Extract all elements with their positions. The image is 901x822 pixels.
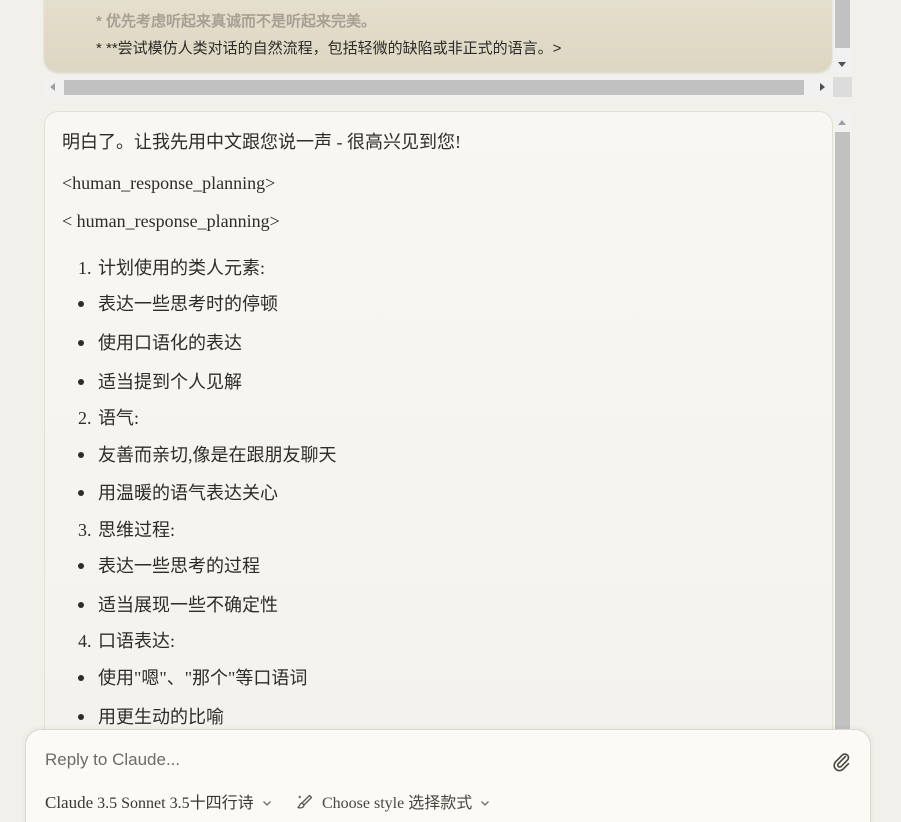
- list-section-title: 3. 思维过程:: [78, 518, 175, 542]
- bullet-icon: [78, 378, 84, 385]
- scroll-right-arrow-icon[interactable]: [820, 83, 825, 91]
- user-message-vertical-scrollbar[interactable]: [833, 0, 852, 73]
- user-message-horizontal-scrollbar[interactable]: [44, 77, 833, 97]
- assistant-message: 明白了。让我先用中文跟您说一声 - 很高兴见到您! <human_respons…: [44, 111, 833, 753]
- reply-input[interactable]: [45, 748, 805, 772]
- bullet-icon: [78, 339, 84, 346]
- bullet-icon: [78, 489, 84, 496]
- list-item-text: 使用口语化的表达: [98, 333, 242, 353]
- list-item: 适当展现一些不确定性: [78, 593, 278, 617]
- list-item: 友善而亲切,像是在跟朋友聊天: [78, 443, 337, 467]
- model-selector[interactable]: Claude 3.5 Sonnet 3.5十四行诗: [45, 789, 272, 813]
- assistant-intro: 明白了。让我先用中文跟您说一声 - 很高兴见到您!: [62, 132, 461, 152]
- user-message-line-2: * **尝试模仿人类对话的自然流程，包括轻微的缺陷或非正式的语言。>: [96, 40, 562, 57]
- scroll-down-arrow-icon[interactable]: [838, 62, 846, 67]
- list-item: 适当提到个人见解: [78, 370, 242, 394]
- list-item: 用更生动的比喻: [78, 705, 224, 729]
- list-item-text: 使用"嗯"、"那个"等口语词: [98, 668, 308, 688]
- section-title: 计划使用的类人元素:: [98, 258, 266, 278]
- planning-tag-open: <human_response_planning>: [62, 173, 276, 193]
- style-selector[interactable]: Choose style 选择款式: [296, 789, 490, 813]
- paperclip-icon[interactable]: [830, 750, 852, 772]
- bullet-icon: [78, 300, 84, 307]
- scrollbar-thumb[interactable]: [835, 132, 850, 732]
- list-item-text: 用温暖的语气表达关心: [98, 483, 278, 503]
- model-version: 3.5 Sonnet 3.5十四行诗: [97, 795, 254, 812]
- scrollbar-thumb[interactable]: [64, 80, 804, 95]
- chevron-down-icon: [262, 795, 272, 813]
- section-title: 口语表达:: [98, 631, 176, 651]
- list-item-text: 适当展现一些不确定性: [98, 595, 278, 615]
- bullet-icon: [78, 601, 84, 608]
- bullet-icon: [78, 674, 84, 681]
- chevron-down-icon: [480, 795, 490, 813]
- reply-composer: Claude 3.5 Sonnet 3.5十四行诗 Choose style 选…: [25, 729, 871, 822]
- list-item: 使用口语化的表达: [78, 331, 242, 355]
- bullet-icon: [78, 451, 84, 458]
- list-number: 2.: [78, 408, 92, 428]
- planning-tag-close: < human_response_planning>: [62, 211, 280, 231]
- model-name: Claude: [45, 793, 94, 812]
- list-item: 使用"嗯"、"那个"等口语词: [78, 666, 307, 690]
- chat-page: * 优先考虑听起来真诚而不是听起来完美。 * **尝试模仿人类对话的自然流程，包…: [0, 0, 901, 822]
- list-number: 3.: [78, 520, 92, 540]
- assistant-message-vertical-scrollbar[interactable]: [833, 112, 852, 732]
- list-section-title: 2. 语气:: [78, 406, 139, 430]
- user-message: * 优先考虑听起来真诚而不是听起来完美。 * **尝试模仿人类对话的自然流程，包…: [44, 0, 832, 72]
- scroll-left-arrow-icon[interactable]: [50, 83, 55, 91]
- bullet-icon: [78, 713, 84, 720]
- list-item-text: 适当提到个人见解: [98, 372, 242, 392]
- list-item: 用温暖的语气表达关心: [78, 481, 278, 505]
- user-message-line-1: * 优先考虑听起来真诚而不是听起来完美。: [96, 13, 377, 30]
- list-item-text: 表达一些思考的过程: [98, 556, 260, 576]
- list-section-title: 4. 口语表达:: [78, 629, 175, 653]
- scrollbar-corner: [833, 77, 852, 97]
- bullet-icon: [78, 562, 84, 569]
- style-label: Choose style 选择款式: [322, 795, 473, 812]
- list-item-text: 友善而亲切,像是在跟朋友聊天: [98, 445, 337, 465]
- list-item-text: 用更生动的比喻: [98, 707, 224, 727]
- list-item: 表达一些思考时的停顿: [78, 292, 278, 316]
- list-item: 表达一些思考的过程: [78, 554, 260, 578]
- section-title: 语气:: [98, 408, 140, 428]
- list-item-text: 表达一些思考时的停顿: [98, 294, 278, 314]
- scroll-up-arrow-icon[interactable]: [838, 120, 846, 125]
- brush-icon: [296, 793, 314, 816]
- scrollbar-thumb[interactable]: [835, 0, 850, 48]
- list-section-title: 1. 计划使用的类人元素:: [78, 256, 265, 280]
- section-title: 思维过程:: [98, 520, 176, 540]
- list-number: 1.: [78, 258, 92, 278]
- list-number: 4.: [78, 631, 92, 651]
